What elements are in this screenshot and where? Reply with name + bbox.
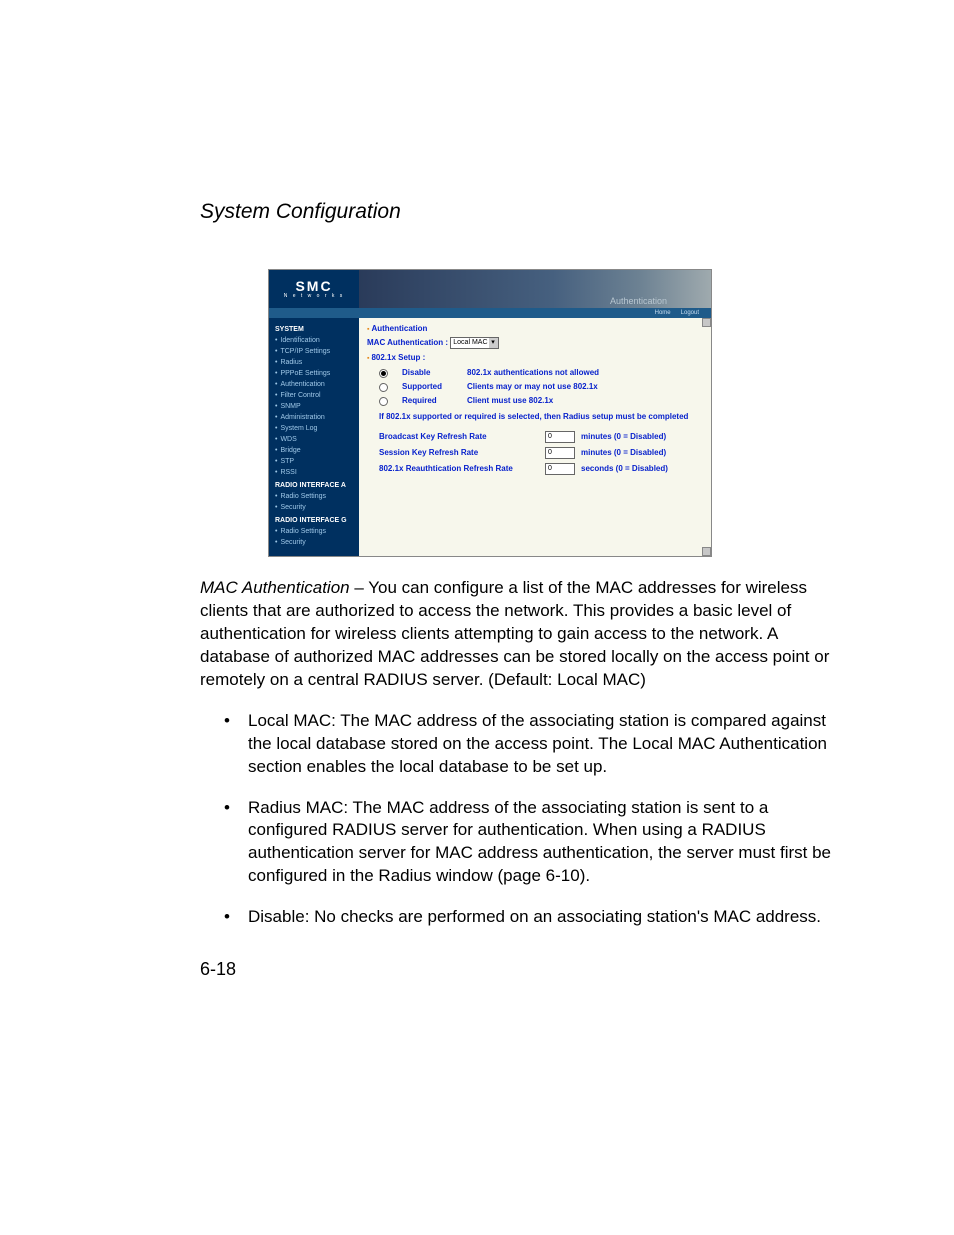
brand-logo: SMC N e t w o r k s bbox=[269, 270, 359, 308]
sidebar-item-system[interactable]: Authentication bbox=[275, 379, 355, 390]
sidebar-item-system[interactable]: Radius bbox=[275, 357, 355, 368]
option-label: Disable bbox=[402, 366, 457, 380]
8021x-option-row: Supported Clients may or may not use 802.… bbox=[379, 380, 703, 394]
sidebar: SYSTEM IdentificationTCP/IP SettingsRadi… bbox=[269, 318, 359, 556]
settings-screenshot: SMC N e t w o r k s Authentication Home … bbox=[268, 269, 712, 557]
lead-term: MAC Authentication bbox=[200, 578, 350, 597]
sidebar-item-radio-g[interactable]: Radio Settings bbox=[275, 526, 355, 537]
sidebar-item-system[interactable]: TCP/IP Settings bbox=[275, 346, 355, 357]
page-number: 6-18 bbox=[200, 959, 834, 980]
brand-sub: N e t w o r k s bbox=[284, 293, 345, 299]
rate-label: Session Key Refresh Rate bbox=[379, 445, 539, 461]
8021x-option-row: Required Client must use 802.1x bbox=[379, 394, 703, 408]
sidebar-item-system[interactable]: SNMP bbox=[275, 401, 355, 412]
radio-disable[interactable] bbox=[379, 369, 388, 378]
rate-row: 802.1x Reauthtication Refresh Rate 0 secon… bbox=[379, 461, 703, 477]
list-item: Disable: No checks are performed on an a… bbox=[224, 906, 834, 929]
sidebar-item-system[interactable]: STP bbox=[275, 456, 355, 467]
sidebar-item-system[interactable]: PPPoE Settings bbox=[275, 368, 355, 379]
radio-supported[interactable] bbox=[379, 383, 388, 392]
sidebar-item-system[interactable]: Filter Control bbox=[275, 390, 355, 401]
sidebar-head-radio-a: RADIO INTERFACE A bbox=[275, 482, 355, 489]
list-item: Radius MAC: The MAC address of the assoc… bbox=[224, 797, 834, 889]
sidebar-item-system[interactable]: WDS bbox=[275, 434, 355, 445]
content-panel: Authentication MAC Authentication : Loca… bbox=[359, 318, 711, 556]
sidebar-item-radio-g[interactable]: Security bbox=[275, 537, 355, 548]
scroll-down-icon[interactable] bbox=[702, 547, 711, 556]
rate-input[interactable]: 0 bbox=[545, 447, 575, 459]
option-label: Required bbox=[402, 394, 457, 408]
lead-paragraph: MAC Authentication – You can configure a… bbox=[200, 577, 834, 692]
mac-auth-select[interactable]: Local MAC bbox=[450, 337, 498, 349]
8021x-option-row: Disable 802.1x authentications not allowe… bbox=[379, 366, 703, 380]
rate-input[interactable]: 0 bbox=[545, 431, 575, 443]
sidebar-head-radio-g: RADIO INTERFACE G bbox=[275, 517, 355, 524]
sidebar-item-system[interactable]: Identification bbox=[275, 335, 355, 346]
rate-unit: seconds (0 = Disabled) bbox=[581, 461, 668, 477]
sidebar-item-system[interactable]: Bridge bbox=[275, 445, 355, 456]
home-link[interactable]: Home bbox=[655, 310, 671, 316]
option-desc: Clients may or may not use 802.1x bbox=[467, 380, 598, 394]
radio-required[interactable] bbox=[379, 397, 388, 406]
logout-link[interactable]: Logout bbox=[681, 310, 699, 316]
rate-unit: minutes (0 = Disabled) bbox=[581, 445, 666, 461]
rate-label: 802.1x Reauthtication Refresh Rate bbox=[379, 461, 539, 477]
option-label: Supported bbox=[402, 380, 457, 394]
mac-auth-label: MAC Authentication : bbox=[367, 338, 448, 347]
banner-text: Authentication bbox=[610, 296, 667, 306]
screenshot-header: SMC N e t w o r k s Authentication bbox=[269, 270, 711, 308]
header-banner: Authentication bbox=[359, 270, 711, 308]
option-desc: Client must use 802.1x bbox=[467, 394, 553, 408]
scroll-up-icon[interactable] bbox=[702, 318, 711, 327]
rate-input[interactable]: 0 bbox=[545, 463, 575, 475]
page-title: System Configuration bbox=[200, 200, 834, 224]
rate-unit: minutes (0 = Disabled) bbox=[581, 429, 666, 445]
body-text: MAC Authentication – You can configure a… bbox=[200, 577, 834, 929]
list-item: Local MAC: The MAC address of the associ… bbox=[224, 710, 834, 779]
section-title-8021x: 802.1x Setup : bbox=[367, 353, 703, 362]
sidebar-item-system[interactable]: Administration bbox=[275, 412, 355, 423]
sidebar-item-radio-a[interactable]: Security bbox=[275, 502, 355, 513]
sidebar-item-system[interactable]: RSSI bbox=[275, 467, 355, 478]
sidebar-item-radio-a[interactable]: Radio Settings bbox=[275, 491, 355, 502]
radius-note: If 802.1x supported or required is selec… bbox=[379, 412, 703, 421]
sidebar-head-system: SYSTEM bbox=[275, 326, 355, 333]
sidebar-item-system[interactable]: System Log bbox=[275, 423, 355, 434]
rate-row: Session Key Refresh Rate 0 minutes (0 = Di… bbox=[379, 445, 703, 461]
rate-row: Broadcast Key Refresh Rate 0 minutes (0 = … bbox=[379, 429, 703, 445]
rate-label: Broadcast Key Refresh Rate bbox=[379, 429, 539, 445]
option-desc: 802.1x authentications not allowed bbox=[467, 366, 599, 380]
screenshot-toolbar: Home Logout bbox=[269, 308, 711, 318]
brand-name: SMC bbox=[295, 279, 332, 293]
section-title-auth: Authentication bbox=[367, 324, 703, 333]
mac-auth-row: MAC Authentication : Local MAC bbox=[367, 337, 703, 349]
